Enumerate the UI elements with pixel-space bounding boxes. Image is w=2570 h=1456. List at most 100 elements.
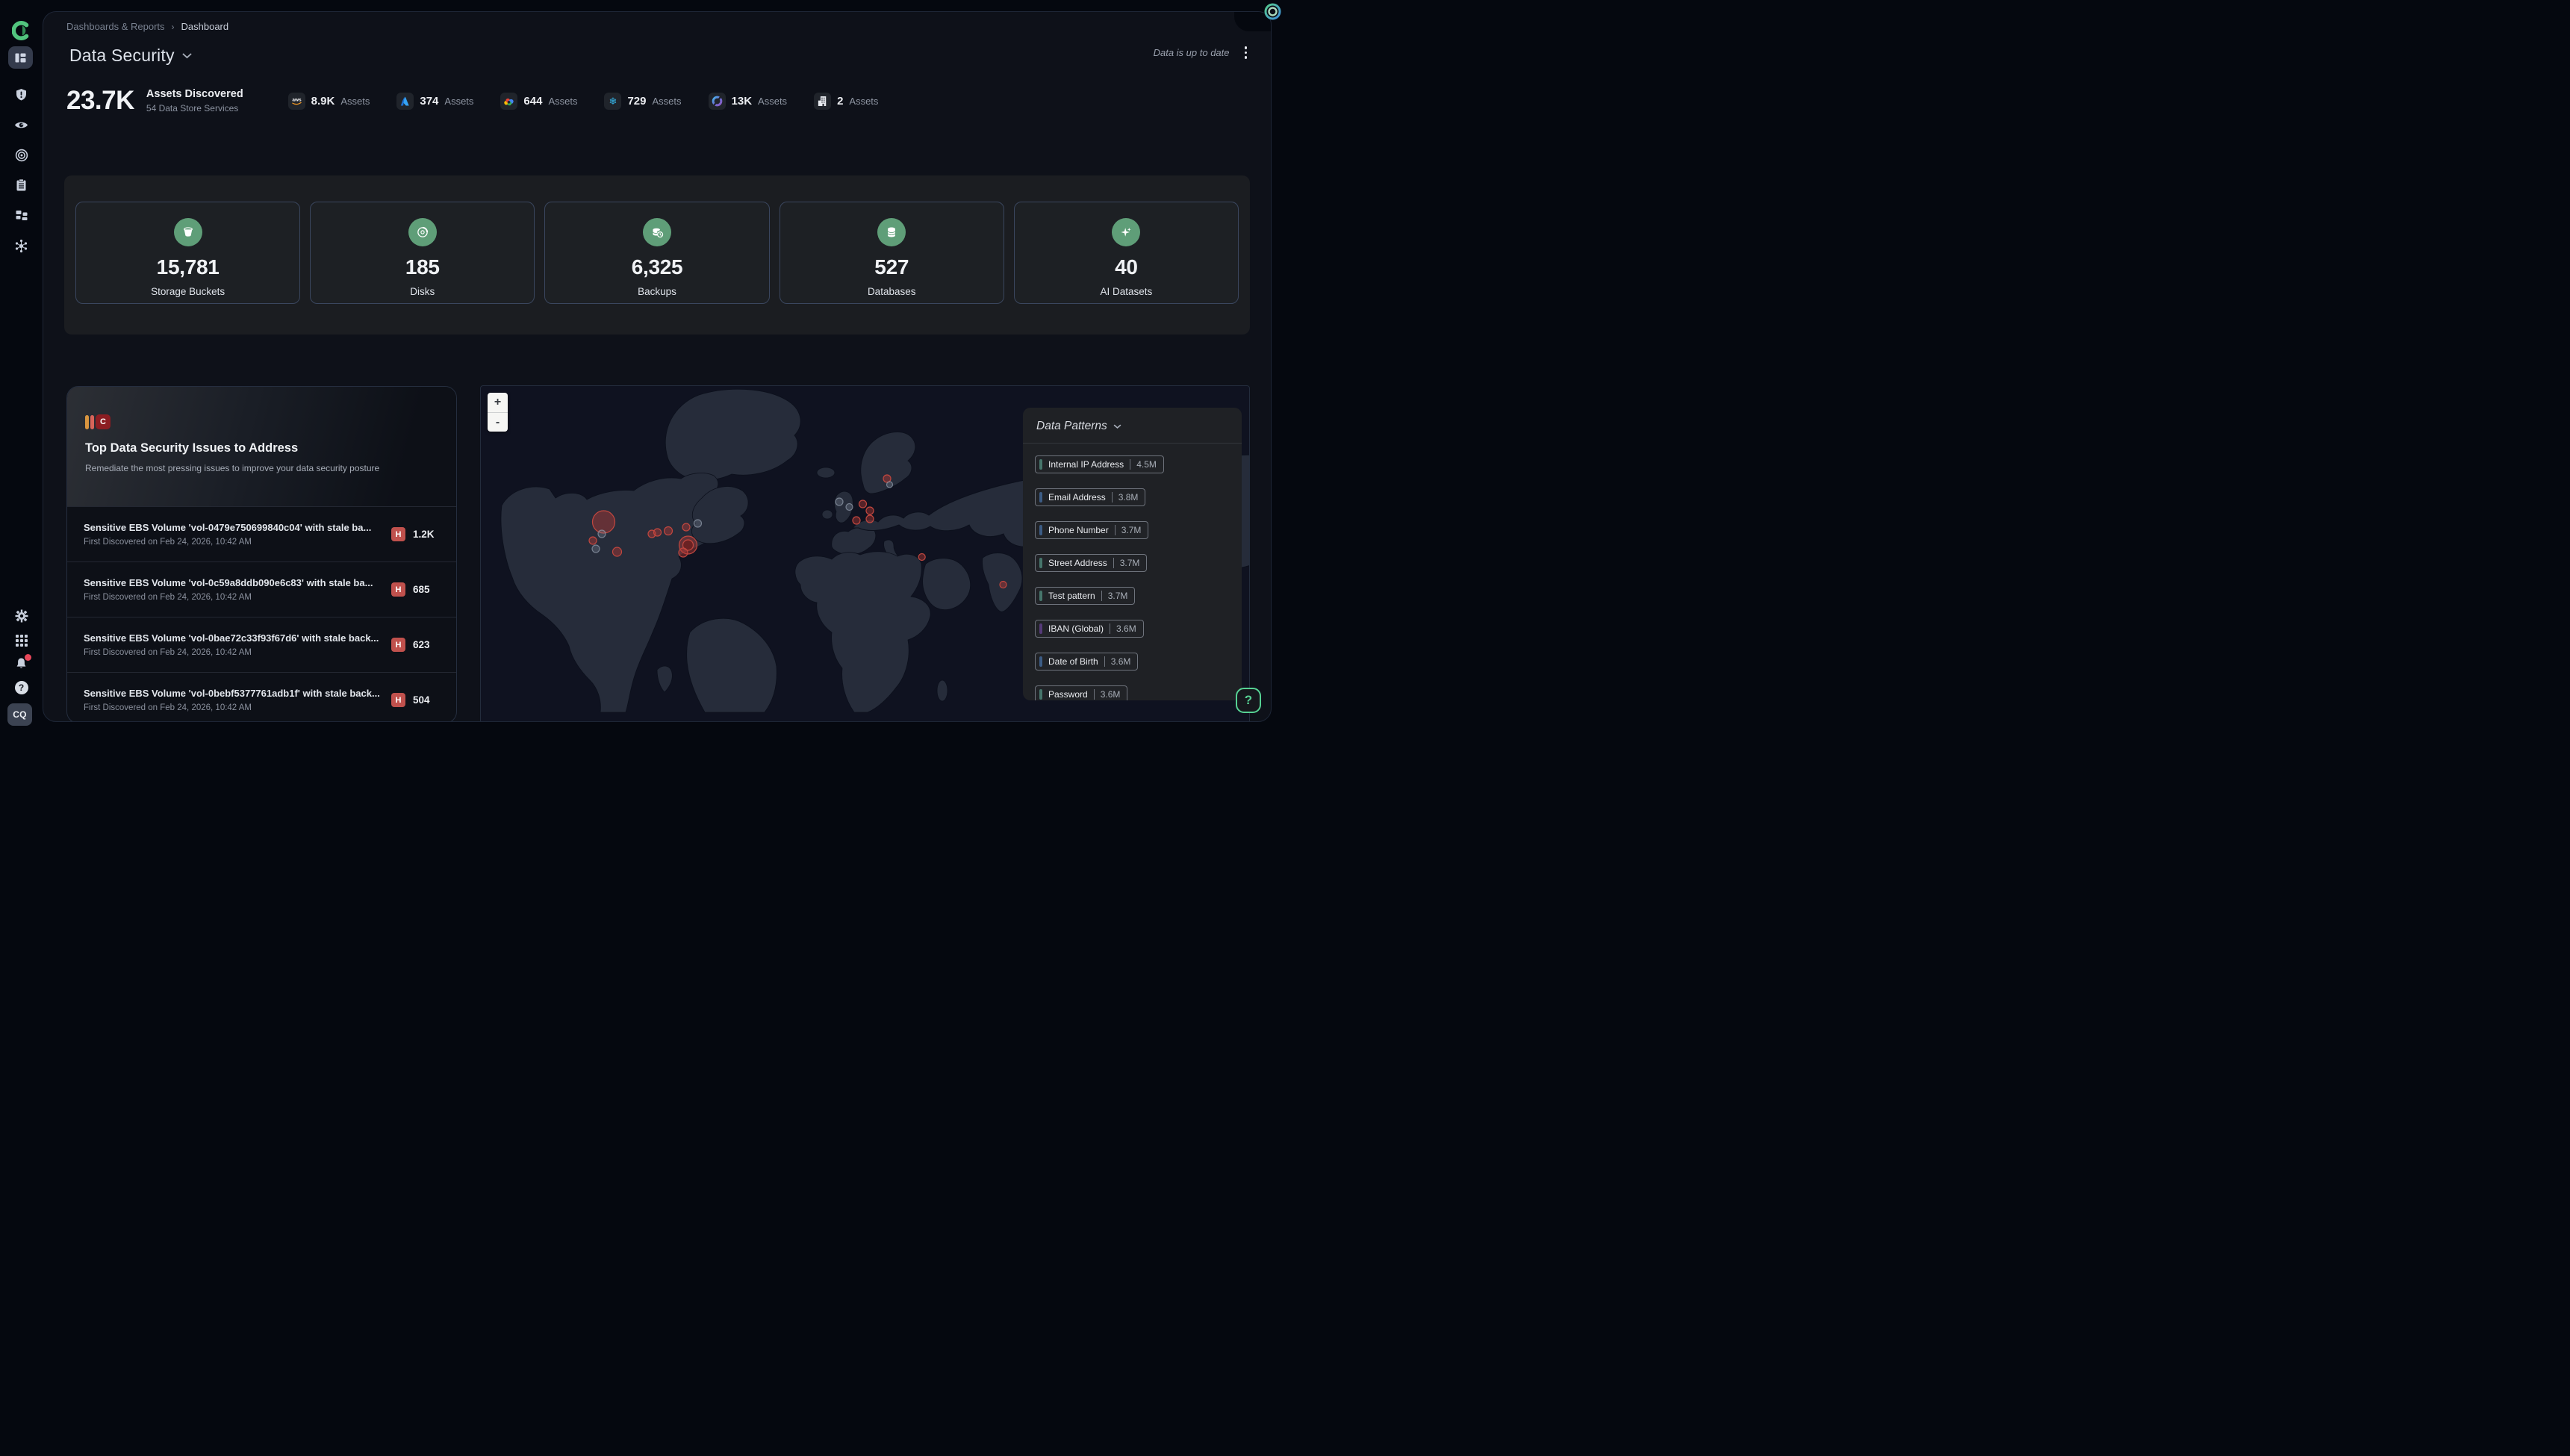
issue-row[interactable]: Sensitive EBS Volume 'vol-0bae72c33f93f6… [67,617,456,672]
map-bubble[interactable] [593,511,615,533]
issue-count: 504 [413,694,440,706]
data-pattern-chip[interactable]: Date of Birth3.6M [1035,653,1138,671]
company-logo[interactable] [0,21,43,40]
map-bubble[interactable] [887,482,893,488]
data-pattern-chip[interactable]: IBAN (Global)3.6M [1035,620,1144,638]
kebab-menu[interactable] [1240,43,1252,62]
sidebar-item-help[interactable]: ? [0,680,43,695]
map-bubble[interactable] [859,500,867,508]
map-bubble[interactable] [589,537,597,544]
issue-row[interactable]: Sensitive EBS Volume 'vol-0c59a8ddb090e6… [67,561,456,617]
network-graph-icon [14,239,28,253]
sidebar-item-notifications[interactable] [0,656,43,672]
zoom-out-button[interactable]: - [488,412,508,432]
sidebar-item-classification[interactable] [0,148,43,163]
data-pattern-chip[interactable]: Street Address3.7M [1035,554,1147,572]
sidebar-item-visibility[interactable] [0,117,43,132]
map-bubble[interactable] [918,554,925,561]
card-backups[interactable]: 6,325 Backups [544,202,769,304]
clipboard-list-icon [15,178,28,192]
shield-alert-icon [15,88,28,101]
map-bubble[interactable] [694,520,702,527]
assets-summary: 23.7K Assets Discovered 54 Data Store Se… [66,79,878,122]
provider-google-cloud: 644 Assets [500,93,577,110]
data-pattern-chip[interactable]: Password3.6M [1035,685,1127,700]
company-logo-icon [12,21,31,40]
map-bubble[interactable] [613,547,622,556]
breadcrumb: Dashboards & Reports › Dashboard [66,21,228,32]
user-avatar[interactable]: CQ [7,703,32,726]
sidebar-item-connections[interactable] [0,237,43,254]
data-freshness-status: Data is up to date [1154,47,1230,58]
map-bubble[interactable] [853,517,860,524]
sidebar-item-apps[interactable] [0,634,43,647]
snowflake-icon: ❄ [609,96,617,106]
bullseye-icon [15,149,28,162]
help-button[interactable]: ? [1236,688,1261,713]
help-circle-icon: ? [15,681,28,694]
issue-row[interactable]: Sensitive EBS Volume 'vol-0bebf5377761ad… [67,672,456,722]
sidebar-item-policies[interactable] [0,178,43,193]
data-patterns-title: Data Patterns [1036,420,1107,433]
map-bubble[interactable] [846,504,853,511]
data-pattern-chip[interactable]: Email Address3.8M [1035,488,1145,506]
data-patterns-header[interactable]: Data Patterns [1023,408,1242,444]
product-ring-logo-icon[interactable] [1263,2,1282,21]
top-issues-header: C Top Data Security Issues to Address Re… [67,387,456,506]
world-map[interactable]: + - Data Patterns Internal IP Address4.5… [480,385,1250,722]
severity-badge-high: H [391,693,405,707]
data-pattern-chip[interactable]: Test pattern3.7M [1035,587,1135,605]
data-pattern-chip[interactable]: Phone Number3.7M [1035,521,1148,539]
main-content: Dashboards & Reports › Dashboard Data Se… [43,11,1272,722]
map-bubble[interactable] [665,527,673,535]
chevron-down-icon [1113,424,1121,429]
map-bubble[interactable] [682,523,690,531]
issue-row[interactable]: Sensitive EBS Volume 'vol-0479e750699840… [67,506,456,561]
provider-microsoft-fabric: 13K Assets [709,93,788,110]
data-patterns-panel: Data Patterns Internal IP Address4.5M Ema… [1023,408,1242,700]
map-bubble[interactable] [1000,582,1006,588]
total-assets-value: 23.7K [66,86,134,116]
dashboard-title-dropdown[interactable]: Data Security [69,46,192,66]
provider-snowflake: ❄ 729 Assets [604,93,681,110]
microsoft-fabric-icon [710,94,724,108]
zoom-in-button[interactable]: + [488,393,508,412]
azure-icon [398,94,412,108]
card-databases[interactable]: 527 Databases [780,202,1004,304]
sidebar-item-settings[interactable] [0,609,43,623]
sidebar-item-issues[interactable] [0,87,43,102]
svg-text:aws: aws [292,97,302,102]
issue-count: 1.2K [413,529,440,540]
blocks-icon [15,209,28,221]
top-issues-subtitle: Remediate the most pressing issues to im… [85,463,438,473]
backup-icon [650,225,665,240]
data-pattern-chip[interactable]: Internal IP Address4.5M [1035,455,1164,473]
page-title: Data Security [69,46,175,66]
map-bubble[interactable] [598,530,606,538]
map-bubble[interactable] [836,498,843,505]
sidebar: ? CQ [0,0,43,728]
dashboards-icon [14,52,27,64]
ai-dataset-icon [1119,225,1133,239]
top-issues-panel: C Top Data Security Issues to Address Re… [66,386,457,722]
card-ai-datasets[interactable]: 40 AI Datasets [1014,202,1239,304]
map-bubble[interactable] [866,507,874,514]
severity-badge-high: H [391,527,405,541]
sidebar-item-dashboards[interactable] [8,46,33,69]
card-disks[interactable]: 185 Disks [310,202,535,304]
status-row: Data is up to date [1154,43,1251,62]
breadcrumb-dashboard[interactable]: Dashboard [181,21,229,32]
breadcrumb-separator: › [172,22,175,32]
breadcrumb-dashboards-reports[interactable]: Dashboards & Reports [66,21,165,32]
storage-bucket-icon [181,225,195,239]
map-bubble[interactable] [679,548,688,557]
data-store-services: 54 Data Store Services [146,103,243,113]
card-storage-buckets[interactable]: 15,781 Storage Buckets [75,202,300,304]
sidebar-item-inventory[interactable] [0,208,43,223]
asset-cards-band: 15,781 Storage Buckets 185 Disks [64,175,1250,335]
map-bubble[interactable] [592,545,600,553]
disk-icon [416,225,429,239]
map-bubble[interactable] [654,529,662,536]
map-bubble[interactable] [866,515,874,523]
gear-icon [15,609,28,623]
